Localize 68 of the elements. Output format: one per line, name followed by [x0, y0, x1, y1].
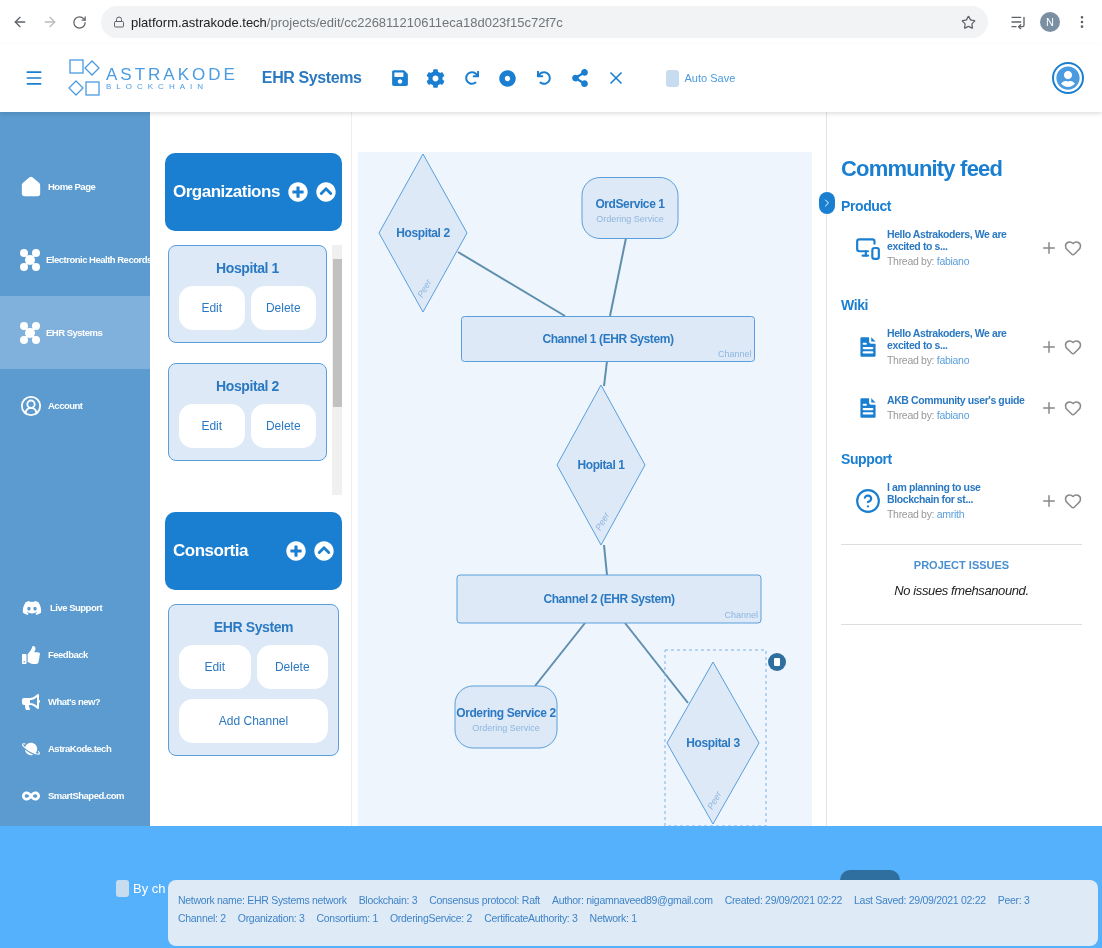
sidebar-item[interactable]: Account	[0, 369, 150, 442]
card-title: Hospital 1	[216, 260, 279, 276]
sidebar-label: EHR Systems	[46, 327, 103, 338]
thread-author: Thread by: fabiano	[887, 255, 971, 267]
logo-title: ASTRAKODE	[106, 65, 238, 83]
add-channel-button[interactable]: Add Channel	[179, 699, 328, 743]
sidebar-label: Account	[48, 400, 83, 411]
section-title: Product	[841, 198, 893, 214]
logo-subtitle: BLOCKCHAIN	[106, 82, 209, 91]
node-type-label: Ordering Service	[596, 214, 664, 224]
node-label: Hospital 2	[396, 226, 450, 240]
info-item: Organization: 3	[237, 912, 305, 924]
info-item: Blockchain: 3	[358, 894, 418, 906]
info-item: Last Saved: 29/09/2021 02:22	[854, 894, 986, 906]
edit-button[interactable]: Edit	[179, 286, 245, 330]
thread-author: Thread by: fabiano	[887, 409, 971, 421]
sidebar-link[interactable]: AstraKode.tech	[48, 743, 112, 754]
delete-button[interactable]: Delete	[256, 645, 328, 689]
auto-save-checkbox[interactable]: Auto Save	[665, 69, 736, 87]
node-label: Channel 1 (EHR System)	[542, 332, 674, 346]
section-title: Wiki	[841, 297, 870, 313]
thread-author: Thread by: fabiano	[887, 354, 971, 366]
thread-author: Thread by: amrith	[887, 508, 966, 520]
url-text: platform.astrakode.tech/projects/edit/cc226811210611eca18d023f15c72f7c	[131, 14, 563, 30]
profile-avatar[interactable]: N	[1040, 12, 1060, 32]
thread-link[interactable]: Hello Astrakoders, We are excited to s...	[887, 228, 1034, 252]
project-title: EHR Systems	[261, 69, 362, 87]
node-label: Hopital 1	[577, 458, 625, 472]
info-item: Author: nigamnaveed89@gmail.com	[551, 894, 713, 906]
thread-link[interactable]: AKB Community user's guide	[887, 394, 1034, 406]
info-item: Consensus protocol: Raft	[429, 894, 540, 906]
node-label: Hospital 3	[686, 736, 740, 750]
sidebar-link[interactable]: Feedback	[48, 649, 88, 660]
info-item: CertificateAuthority: 3	[484, 912, 578, 924]
node-label: OrdService 1	[595, 197, 665, 211]
node-label: Channel 2 (EHR System)	[543, 592, 675, 606]
section-title: Organizations	[173, 182, 280, 202]
node-label: Ordering Service 2	[456, 706, 556, 720]
delete-button[interactable]: Delete	[250, 286, 316, 330]
issues-message: No issues fmehsanound.	[894, 583, 1029, 598]
node-type-label: Ordering Service	[472, 723, 540, 733]
issues-title: PROJECT ISSUES	[913, 559, 1010, 571]
delete-button[interactable]: Delete	[250, 404, 316, 448]
card-title: Hospital 2	[216, 378, 279, 394]
info-item: OrderingService: 2	[390, 912, 473, 924]
terms-checkbox[interactable]: By ch	[116, 880, 166, 897]
thread-link[interactable]: Hello Astrakoders, We are excited to s...	[887, 327, 1034, 351]
card-title: EHR System	[213, 619, 294, 635]
edit-button[interactable]: Edit	[179, 645, 251, 689]
edit-button[interactable]: Edit	[179, 404, 245, 448]
sidebar-label: Home Page	[48, 181, 96, 192]
info-item: Channel: 2	[178, 912, 226, 924]
info-item: Peer: 3	[997, 894, 1030, 906]
sidebar-link[interactable]: SmartShaped.com	[48, 790, 124, 801]
node-type-label: Channel	[724, 610, 758, 620]
sidebar-item[interactable]: Home Page	[0, 150, 150, 223]
section-title: Support	[841, 451, 893, 467]
feed-title: Community feed	[841, 156, 1004, 182]
node-type-label: Channel	[717, 348, 752, 359]
address-bar[interactable]: platform.astrakode.tech/projects/edit/cc226811210611eca18d023f15c72f7c	[101, 6, 988, 38]
info-item: Consortium: 1	[316, 912, 378, 924]
sidebar-link[interactable]: What's new?	[48, 696, 101, 707]
thread-link[interactable]: I am planning to use Blockchain for st...	[887, 481, 1034, 505]
info-item: Network: 1	[589, 912, 637, 924]
sidebar-link[interactable]: Live Support	[50, 602, 103, 613]
info-item: Network name: EHR Systems network	[178, 894, 347, 906]
section-title: Consortia	[173, 541, 250, 561]
info-item: Created: 29/09/2021 02:22	[724, 894, 843, 906]
